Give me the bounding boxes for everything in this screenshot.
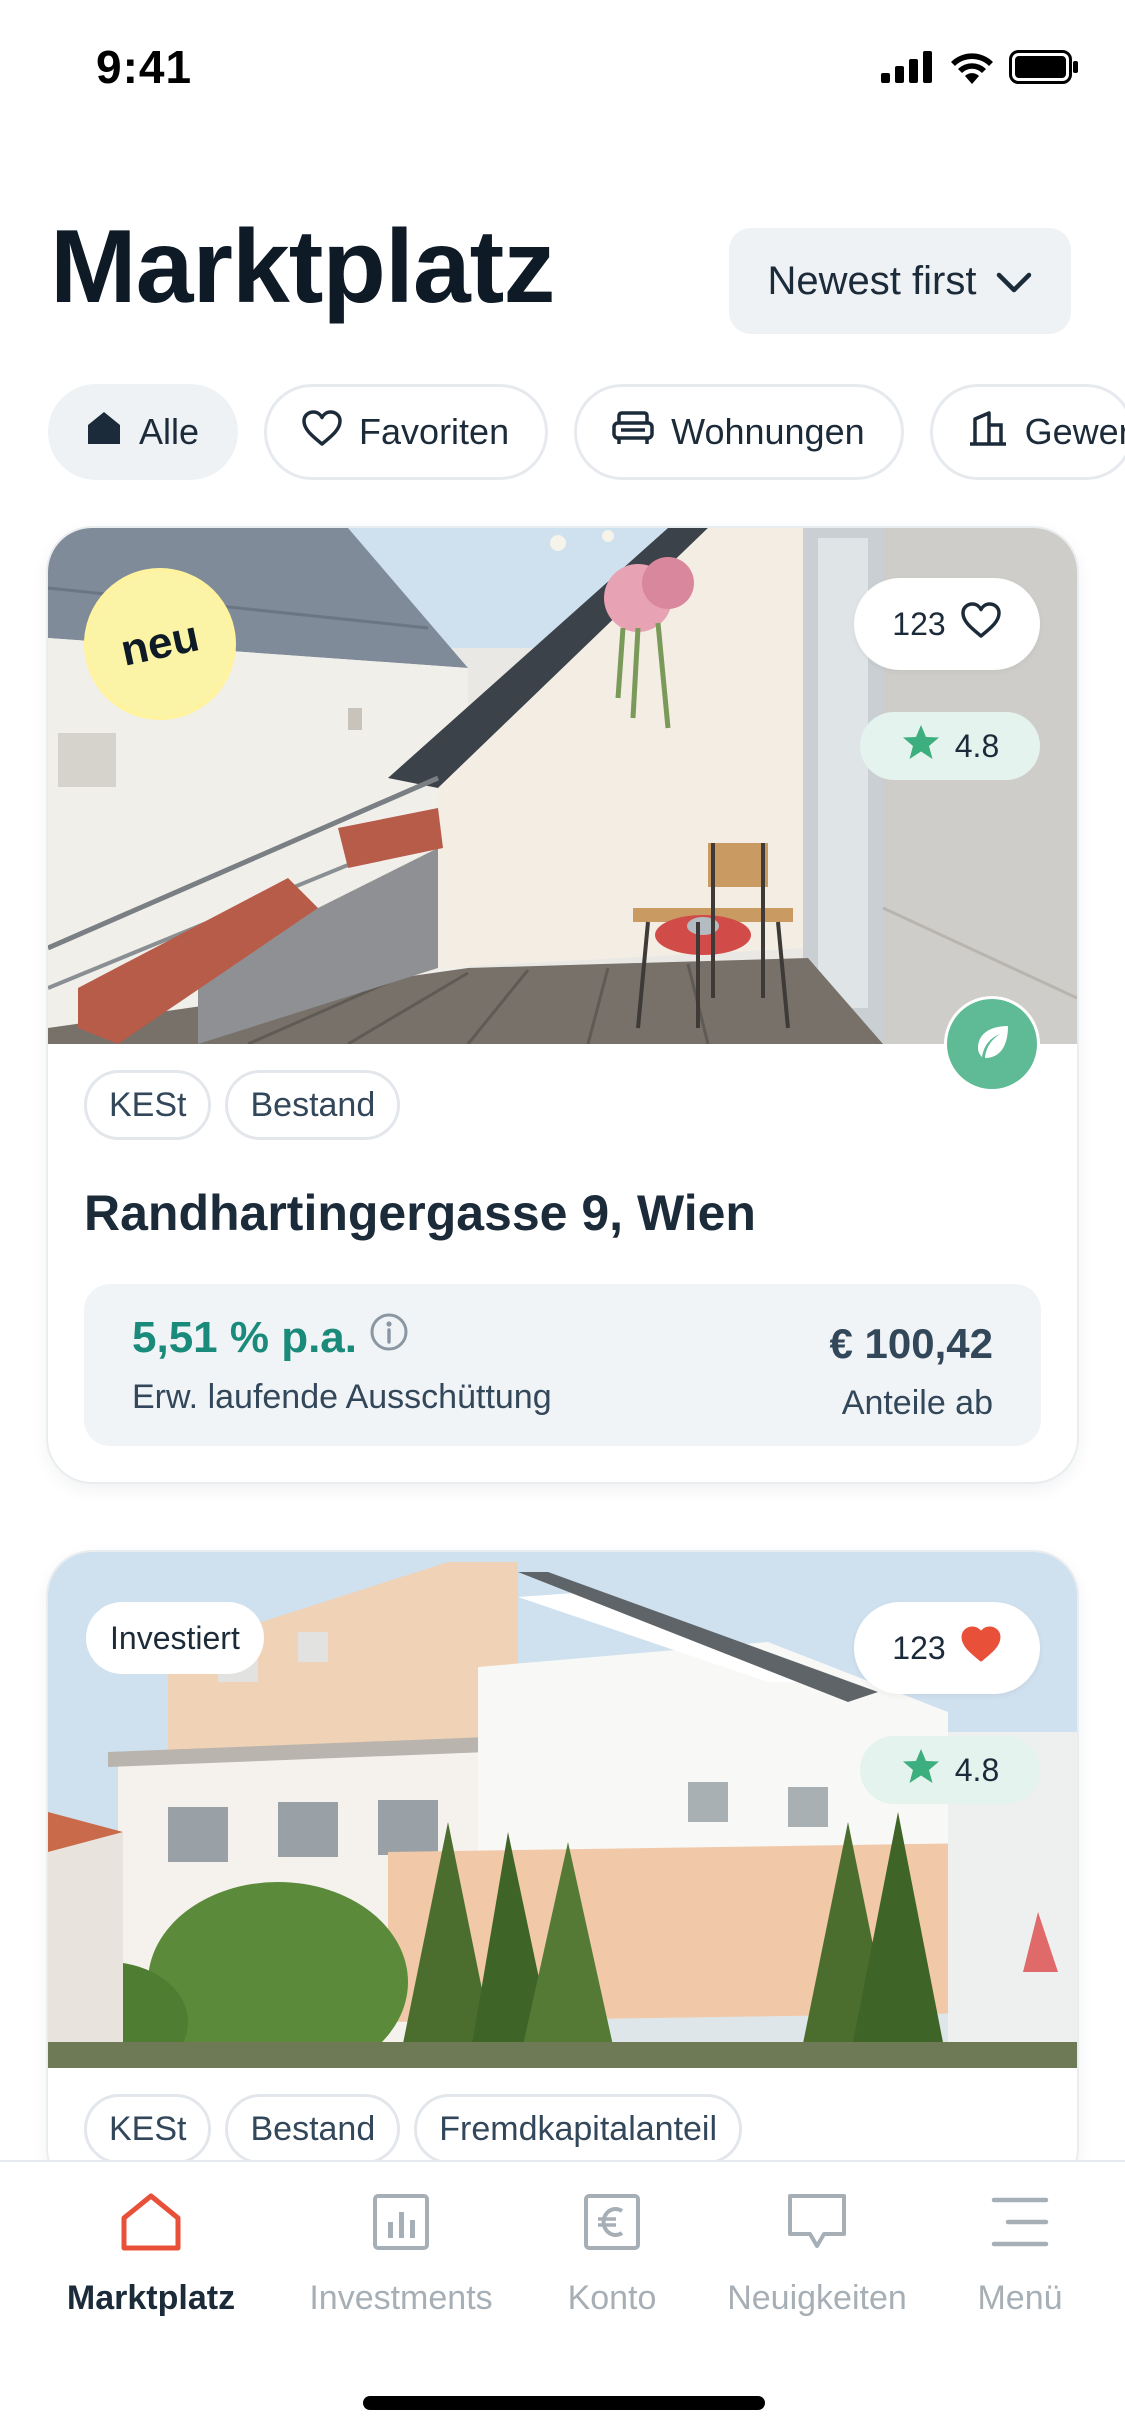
- heart-icon: [301, 409, 343, 456]
- sofa-icon: [611, 410, 655, 455]
- battery-icon: [1009, 50, 1079, 89]
- tag-fremdkapital: Fremdkapitalanteil: [414, 2094, 743, 2164]
- tab-label: Marktplatz: [66, 2279, 236, 2317]
- rating-badge: 4.8: [860, 712, 1040, 780]
- yield-label: Erw. laufende Ausschüttung: [132, 1378, 552, 1416]
- tag-kest: KESt: [84, 2094, 212, 2164]
- tag-bestand: Bestand: [225, 2094, 401, 2164]
- tab-label: Konto: [567, 2279, 657, 2317]
- home-icon: [119, 2192, 183, 2261]
- filter-chip-gewerbe[interactable]: Gewer: [929, 384, 1125, 480]
- filter-chip-favoriten[interactable]: Favoriten: [264, 384, 549, 480]
- info-icon[interactable]: [369, 1312, 409, 1363]
- tab-menu[interactable]: Menü: [960, 2192, 1080, 2318]
- price-value: € 100,42: [829, 1320, 994, 1367]
- invested-badge: Investiert: [86, 1602, 264, 1674]
- listing-tags: KESt Bestand: [84, 1070, 401, 1140]
- euro-icon: [582, 2192, 642, 2261]
- heart-filled-icon: [960, 1625, 1002, 1671]
- yield-value-row: 5,51 % p.a.: [132, 1312, 409, 1363]
- yield-value: 5,51 % p.a.: [132, 1312, 358, 1362]
- filter-chip-label: Favoriten: [359, 411, 510, 452]
- filter-chip-wohnungen[interactable]: Wohnungen: [574, 384, 904, 480]
- like-count: 123: [892, 605, 946, 642]
- rating-value: 4.8: [954, 727, 1000, 764]
- tab-label: Investments: [309, 2279, 493, 2317]
- menu-icon: [990, 2192, 1050, 2261]
- like-count: 123: [892, 1629, 946, 1666]
- tab-konto[interactable]: Konto: [552, 2192, 672, 2318]
- sort-label: Newest first: [767, 258, 977, 303]
- tab-label: Menü: [977, 2279, 1063, 2317]
- star-icon: [901, 723, 941, 769]
- listing-title: Randhartingergasse 9, Wien: [84, 1185, 756, 1241]
- yield-info-box: 5,51 % p.a. Erw. laufende Ausschüttung €…: [84, 1284, 1041, 1446]
- tag-kest: KESt: [84, 1070, 212, 1140]
- status-bar: 9:41: [0, 0, 1125, 132]
- like-button[interactable]: 123: [854, 1602, 1040, 1694]
- rating-badge: 4.8: [860, 1736, 1040, 1804]
- cellular-signal-icon: [881, 51, 935, 88]
- tab-marktplatz[interactable]: Marktplatz: [56, 2192, 246, 2318]
- chat-bubble-icon: [786, 2192, 848, 2261]
- sort-dropdown[interactable]: Newest first: [729, 228, 1071, 334]
- tag-bestand: Bestand: [225, 1070, 401, 1140]
- listing-card[interactable]: neu 123 4.8 KESt Bestand Randhartingerga…: [48, 528, 1077, 1482]
- eco-badge[interactable]: [944, 996, 1040, 1092]
- home-indicator: [363, 2396, 765, 2410]
- page-title: Marktplatz: [50, 209, 555, 325]
- filter-chip-label: Gewer: [1024, 411, 1125, 452]
- tab-neuigkeiten[interactable]: Neuigkeiten: [712, 2192, 922, 2318]
- leaf-icon: [970, 1020, 1014, 1069]
- listing-card[interactable]: Investiert 123 4.8 KESt Bestand Fremdkap…: [48, 1552, 1077, 2192]
- filter-chip-alle[interactable]: Alle: [48, 384, 239, 480]
- tab-label: Neuigkeiten: [727, 2279, 907, 2317]
- filter-chip-label: Wohnungen: [671, 411, 865, 452]
- price-label: Anteile ab: [841, 1384, 993, 1422]
- tab-investments[interactable]: Investments: [290, 2192, 512, 2318]
- wifi-icon: [949, 50, 995, 89]
- filter-chip-label: Alle: [139, 411, 200, 452]
- rating-value: 4.8: [954, 1751, 1000, 1788]
- chevron-down-icon: [996, 259, 1032, 304]
- bar-chart-icon: [371, 2192, 431, 2261]
- filter-chips: Alle Favoriten Wohnungen Gewer: [48, 384, 1125, 480]
- building-icon: [967, 409, 1009, 456]
- tab-bar: Marktplatz Investments Konto Neuigkeiten…: [0, 2160, 1125, 2436]
- like-button[interactable]: 123: [854, 578, 1040, 670]
- heart-outline-icon: [960, 601, 1002, 647]
- status-icons: [881, 50, 1079, 89]
- house-icon: [85, 410, 123, 455]
- listing-tags: KESt Bestand Fremdkapitalanteil: [84, 2094, 743, 2164]
- status-time: 9:41: [96, 41, 193, 93]
- star-icon: [901, 1747, 941, 1793]
